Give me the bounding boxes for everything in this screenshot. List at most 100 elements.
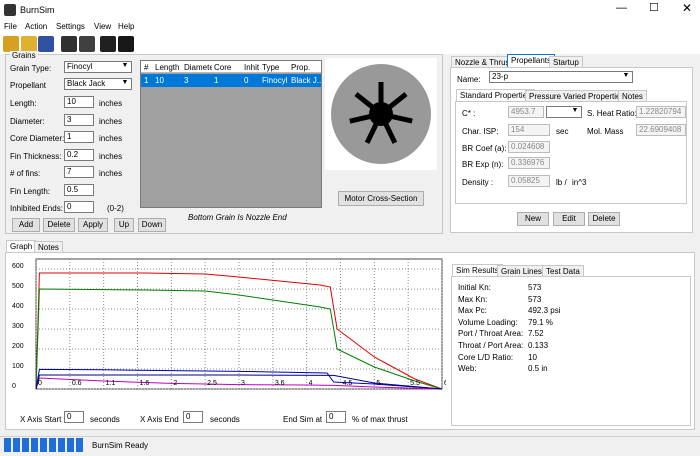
result-label: Max Pc: [458, 306, 487, 316]
progress-segment [58, 438, 65, 452]
x-tick-label: 4 [309, 380, 313, 387]
x-axis-start-label: X Axis Start [20, 415, 62, 424]
rocket2-icon[interactable] [118, 36, 134, 52]
apply-grain-button[interactable]: Apply [78, 218, 108, 232]
x-tick-label: 2 [173, 380, 177, 387]
table-header: # Length Diameter Core Inhit Type Prop. [141, 61, 321, 73]
maximize-icon[interactable]: ☐ [649, 1, 659, 14]
fin-length-input[interactable]: 0.5 [64, 184, 94, 196]
open-icon[interactable] [3, 36, 19, 52]
propellant-name-select[interactable]: 23-p ▼ [489, 71, 633, 83]
result-value: 573 [528, 283, 542, 292]
density-input[interactable]: 0.05825 [508, 175, 550, 187]
grains-group-label: Grains [10, 51, 38, 60]
table-cell: 0 [244, 76, 249, 85]
progress-segment [4, 438, 11, 452]
x-tick-label: 4.5 [343, 380, 353, 387]
y-tick-label: 200 [12, 343, 24, 350]
wizard-icon[interactable] [21, 36, 37, 52]
grain-type-label: Grain Type: [10, 64, 52, 73]
result-row: Port / Throat Area: 7.52 [458, 329, 544, 338]
progress-segment [76, 438, 83, 452]
grain-up-button[interactable]: Up [114, 218, 134, 232]
inhibited-ends-label: Inhibited Ends: [10, 204, 63, 213]
x-tick-label: 3 [241, 380, 245, 387]
delete-grain-button[interactable]: Delete [43, 218, 75, 232]
density-label: Density : [462, 178, 494, 187]
grain-down-button[interactable]: Down [138, 218, 166, 232]
char-isp-unit: sec [556, 127, 569, 136]
new-propellant-button[interactable]: New [517, 212, 549, 226]
status-text: BurnSim Ready [92, 441, 149, 450]
delete-propellant-button[interactable]: Delete [588, 212, 620, 226]
table-header-cell: Type [262, 63, 280, 72]
result-row: Max Kn: 573 [458, 295, 541, 304]
x-tick-label: 0 [38, 380, 42, 387]
length-unit: inches [99, 99, 123, 108]
motor-cross-section-button[interactable]: Motor Cross-Section [338, 191, 424, 206]
title-bar: BurnSim — ☐ ✕ [0, 0, 700, 20]
table-cell: 3 [184, 76, 189, 85]
table-header-cell: # [144, 63, 149, 72]
save-icon[interactable] [38, 36, 54, 52]
grain-table[interactable]: # Length Diameter Core Inhit Type Prop. … [140, 60, 324, 208]
result-row: Max Pc: 492.3 psi [458, 306, 560, 315]
grain-cross-section [325, 58, 437, 170]
menu-settings[interactable]: Settings [56, 22, 85, 31]
br-exp-input[interactable]: 0.336976 [508, 157, 550, 169]
result-label: Port / Throat Area: [458, 329, 524, 339]
end-sim-label: End Sim at [283, 415, 323, 424]
result-row: Core L/D Ratio: 10 [458, 353, 537, 362]
result-label: Volume Loading: [458, 317, 518, 327]
x-axis-end-unit: seconds [210, 415, 240, 424]
length-input[interactable]: 10 [64, 96, 94, 108]
edit-propellant-button[interactable]: Edit [553, 212, 585, 226]
chevron-down-icon: ▼ [622, 72, 630, 79]
table-header-cell: Inhit [244, 63, 260, 72]
x-axis-end-input[interactable]: 0 [183, 411, 203, 423]
menu-view[interactable]: View [94, 22, 111, 31]
diameter-input[interactable]: 3 [64, 114, 94, 126]
end-sim-input[interactable]: 0 [326, 411, 346, 423]
motor2-icon[interactable] [79, 36, 95, 52]
mol-mass-input[interactable]: 22.6909408 [636, 124, 686, 136]
table-cell: Black J... [291, 76, 324, 85]
table-cell: 10 [155, 76, 164, 85]
x-tick-label: 3.6 [275, 380, 285, 387]
rocket-icon[interactable] [100, 36, 116, 52]
progress-segment [40, 438, 47, 452]
menu-file[interactable]: File [4, 22, 17, 31]
menu-help[interactable]: Help [118, 22, 134, 31]
tab-standard-properties[interactable]: Standard Properties [456, 89, 536, 101]
result-label: Initial Kn: [458, 283, 491, 292]
end-sim-unit: % of max thrust [352, 415, 408, 424]
tab-propellants[interactable]: Propellants [507, 54, 556, 67]
c-star-unit-select[interactable]: ▼ [546, 106, 582, 118]
x-axis-start-input[interactable]: 0 [64, 411, 84, 423]
add-grain-button[interactable]: Add [12, 218, 40, 232]
core-diameter-input[interactable]: 1 [64, 131, 94, 143]
result-row: Volume Loading: 79.1 % [458, 318, 553, 327]
tab-sim-results[interactable]: Sim Results [452, 264, 503, 276]
grain-type-select[interactable]: Finocyl ▼ [64, 61, 132, 73]
inhibited-ends-input[interactable]: 0 [64, 201, 94, 213]
heat-ratio-input[interactable]: 1.22820794 [636, 106, 686, 118]
char-isp-input[interactable]: 154 [508, 124, 550, 136]
c-star-input[interactable]: 4953.7 [508, 106, 544, 118]
result-label: Core L/D Ratio: [458, 352, 514, 362]
fins-input[interactable]: 7 [64, 166, 94, 178]
table-row[interactable]: 1 10 3 1 0 Finocyl Black J... [141, 74, 324, 87]
close-icon[interactable]: ✕ [682, 1, 692, 15]
menu-action[interactable]: Action [25, 22, 47, 31]
propellant-select[interactable]: Black Jack ▼ [64, 78, 132, 90]
inhibited-ends-range: (0-2) [107, 204, 124, 213]
tab-graph[interactable]: Graph [6, 240, 37, 252]
x-tick-label: 1.6 [140, 380, 150, 387]
br-coef-input[interactable]: 0.024608 [508, 141, 550, 153]
y-tick-label: 100 [12, 363, 24, 370]
fin-thickness-input[interactable]: 0.2 [64, 149, 94, 161]
minimize-icon[interactable]: — [616, 2, 627, 14]
motor-icon[interactable] [61, 36, 77, 52]
x-tick-label: 1.1 [106, 380, 116, 387]
propellant-label: Propellant [10, 81, 47, 90]
